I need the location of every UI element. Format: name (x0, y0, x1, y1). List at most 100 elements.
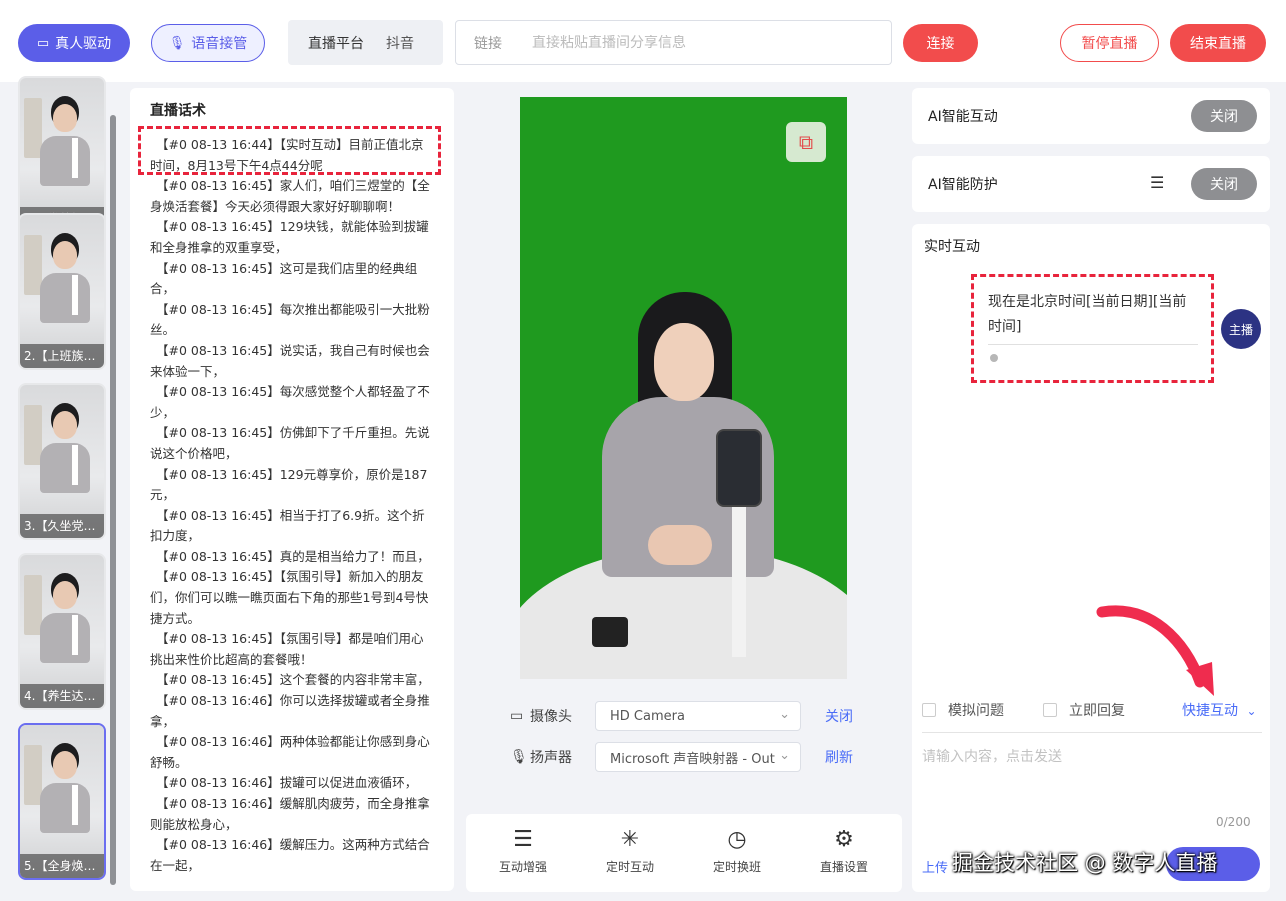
script-line: 【#0 08-13 16:45】每次感觉整个人都轻盈了不少， (150, 384, 430, 420)
tool-label: 定时换班 (712, 860, 761, 874)
camera-label: 摄像头 (530, 709, 572, 725)
thumbnail-caption: 3.【久坐党… (20, 514, 104, 538)
script-line: 【#0 08-13 16:46】缓解压力。这两种方式结合在一起， (150, 837, 430, 873)
upload-link[interactable]: 上传 (922, 857, 948, 876)
script-line: 【#0 08-13 16:45】【氛围引导】新加入的朋友们，你们可以瞧一瞧页面右… (150, 569, 429, 626)
thumbnail-stand (72, 138, 78, 178)
scene-thumbnail-active[interactable]: 5.【全身焕… (18, 723, 106, 880)
thumbnail-host-body (40, 136, 90, 186)
message-input[interactable] (922, 746, 1262, 826)
scheduled-shift-tool[interactable]: ◷ 定时换班 (697, 826, 777, 875)
live-preview-video (520, 97, 847, 679)
speaker-refresh-link[interactable]: 刷新 (825, 747, 853, 767)
connect-button[interactable]: 连接 (903, 24, 978, 62)
script-highlight-annotation (138, 126, 441, 175)
script-line: 【#0 08-13 16:46】两种体验都能让你感到身心舒畅。 (150, 734, 430, 770)
microphone-icon: 🎙 (510, 749, 528, 765)
avatar: 主播 (1221, 309, 1261, 349)
ai-protection-toggle[interactable]: 关闭 (1191, 168, 1257, 200)
ai-interaction-toggle[interactable]: 关闭 (1191, 100, 1257, 132)
ai-interaction-label: AI智能互动 (928, 109, 998, 125)
real-person-drive-label: 真人驱动 (55, 36, 112, 52)
phone-stand (732, 507, 746, 657)
ai-protection-label: AI智能防护 (928, 177, 998, 193)
instant-reply-checkbox[interactable] (1043, 703, 1057, 717)
scheduled-interaction-tool[interactable]: ✳ 定时互动 (590, 826, 670, 875)
scene-thumbnail[interactable]: 4.【养生达… (18, 553, 106, 710)
sparkle-icon: ✳ (620, 827, 640, 852)
simulate-question-label: 模拟问题 (948, 703, 1004, 719)
divider (922, 732, 1262, 733)
instant-reply-label: 立即回复 (1069, 703, 1125, 719)
real-person-drive-button[interactable]: ▭ 真人驱动 (18, 24, 130, 62)
ai-interaction-card: AI智能互动 关闭 (912, 88, 1270, 144)
host-face (654, 323, 714, 401)
script-panel: 直播话术 【#0 08-13 16:44】【实时互动】目前正值北京时间，8月13… (130, 88, 454, 891)
thumbnail-host-body (40, 443, 90, 493)
sliders-icon[interactable]: ☰ (1150, 173, 1164, 192)
scene-thumbnail[interactable]: 1.【常熟提… (18, 76, 106, 233)
script-line: 【#0 08-13 16:45】129块钱，就能体验到拔罐和全身推拿的双重享受， (150, 219, 429, 255)
quick-interaction-label: 快捷互动 (1182, 703, 1238, 719)
platform-label: 直播平台 (308, 35, 364, 52)
annotation-arrow-icon (1096, 605, 1214, 696)
clock-icon: ◷ (727, 827, 747, 852)
script-line: 【#0 08-13 16:46】你可以选择拔罐或者全身推拿， (150, 693, 430, 729)
thumbnail-host-body (40, 273, 90, 323)
camera-close-link[interactable]: 关闭 (825, 706, 853, 726)
realtime-title: 实时互动 (924, 239, 980, 255)
script-line: 【#0 08-13 16:45】相当于打了6.9折。这个折扣力度， (150, 507, 425, 544)
copy-icon[interactable]: ⧉ (786, 122, 826, 162)
script-line: 【#0 08-13 16:45】说实话，我自己有时候也会来体验一下， (150, 342, 430, 379)
thumbnail-host-head (53, 751, 77, 779)
voice-takeover-button[interactable]: 🎙 语音接管 (151, 24, 265, 62)
host-hands (648, 525, 712, 565)
quick-interaction-dropdown[interactable]: 快捷互动 ⌄ (1182, 700, 1257, 720)
live-settings-tool[interactable]: ⚙ 直播设置 (804, 826, 884, 875)
script-line: 【#0 08-13 16:45】129元尊享价，原价是187元， (150, 466, 428, 503)
phone (716, 429, 762, 507)
thumbnail-scrollbar[interactable] (110, 115, 116, 885)
instant-reply-option[interactable]: 立即回复 (1043, 700, 1125, 720)
voice-takeover-label: 语音接管 (191, 36, 248, 52)
speaker-select-value: Microsoft 声音映射器 - Out (610, 751, 775, 767)
interaction-boost-tool[interactable]: ☰ 互动增强 (483, 826, 563, 875)
thumbnail-host-body (40, 783, 90, 833)
thumbnail-stand (72, 785, 78, 825)
script-title: 直播话术 (150, 103, 206, 119)
simulate-question-option[interactable]: 模拟问题 (922, 700, 1004, 720)
thumbnail-host-head (53, 581, 77, 609)
script-list[interactable]: 【#0 08-13 16:44】【实时互动】目前正值北京时间，8月13号下午4点… (150, 135, 434, 885)
tool-label: 定时互动 (605, 860, 654, 874)
thumbnail-caption: 2.【上班族… (20, 344, 104, 368)
pause-live-button[interactable]: 暂停直播 (1060, 24, 1159, 62)
platform-selector[interactable]: 直播平台 抖音 (288, 20, 443, 65)
speaker-select[interactable]: Microsoft 声音映射器 - Out ⌄ (595, 742, 801, 772)
simulate-question-checkbox[interactable] (922, 703, 936, 717)
thumbnail-stand (72, 615, 78, 655)
end-live-button[interactable]: 结束直播 (1170, 24, 1266, 62)
thumbnail-host-body (40, 613, 90, 663)
camera-device (592, 617, 628, 647)
platform-value: 抖音 (386, 35, 414, 52)
script-line: 【#0 08-13 16:45】真的是相当给力了！而且， (156, 548, 430, 564)
thumbnail-stand (72, 445, 78, 485)
script-line: 【#0 08-13 16:45】仿佛卸下了千斤重担。先说说这个价格吧， (150, 425, 430, 461)
scene-thumbnail[interactable]: 3.【久坐党… (18, 383, 106, 540)
chevron-down-icon: ⌄ (779, 707, 790, 722)
chevron-down-icon: ⌄ (1246, 704, 1257, 718)
camera-select-value: HD Camera (610, 708, 685, 724)
camera-select[interactable]: HD Camera ⌄ (595, 701, 801, 731)
gear-icon: ⚙ (834, 827, 854, 852)
script-line: 【#0 08-13 16:46】缓解肌肉疲劳，而全身推拿则能放松身心， (150, 796, 430, 832)
scene-thumbnail[interactable]: 2.【上班族… (18, 213, 106, 370)
link-label: 链接 (474, 35, 502, 52)
thumbnail-host-head (53, 104, 77, 132)
speaker-label: 扬声器 (530, 750, 572, 766)
thumbnail-stand (72, 275, 78, 315)
camera-icon: ▭ (510, 708, 524, 724)
link-input[interactable] (532, 34, 891, 51)
speaker-row: 🎙 扬声器 (510, 742, 600, 772)
scene-thumbnail-list: 1.【常熟提… 2.【上班族… 3.【久坐党… 4.【养生达… 5.【全身焕… (18, 76, 108, 886)
bubble-highlight-annotation (971, 274, 1214, 383)
